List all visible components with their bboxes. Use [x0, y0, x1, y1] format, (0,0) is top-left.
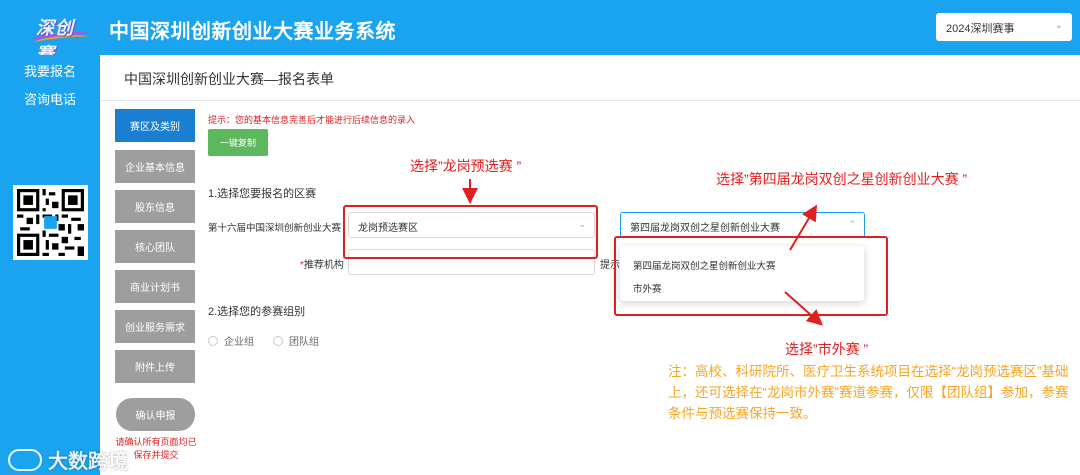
watermark-text: 大数跨境: [48, 451, 128, 473]
watermark-logo-icon: [8, 448, 42, 471]
arrow-to-fourth-option: [789, 204, 818, 251]
arrow-to-outside-option: [784, 291, 823, 326]
watermark: 大数跨境: [8, 445, 128, 474]
annotation-note: 注：高校、科研院所、医疗卫生系统项目在选择“龙岗预选赛区”基础上，还可选择在“龙…: [668, 364, 1069, 421]
